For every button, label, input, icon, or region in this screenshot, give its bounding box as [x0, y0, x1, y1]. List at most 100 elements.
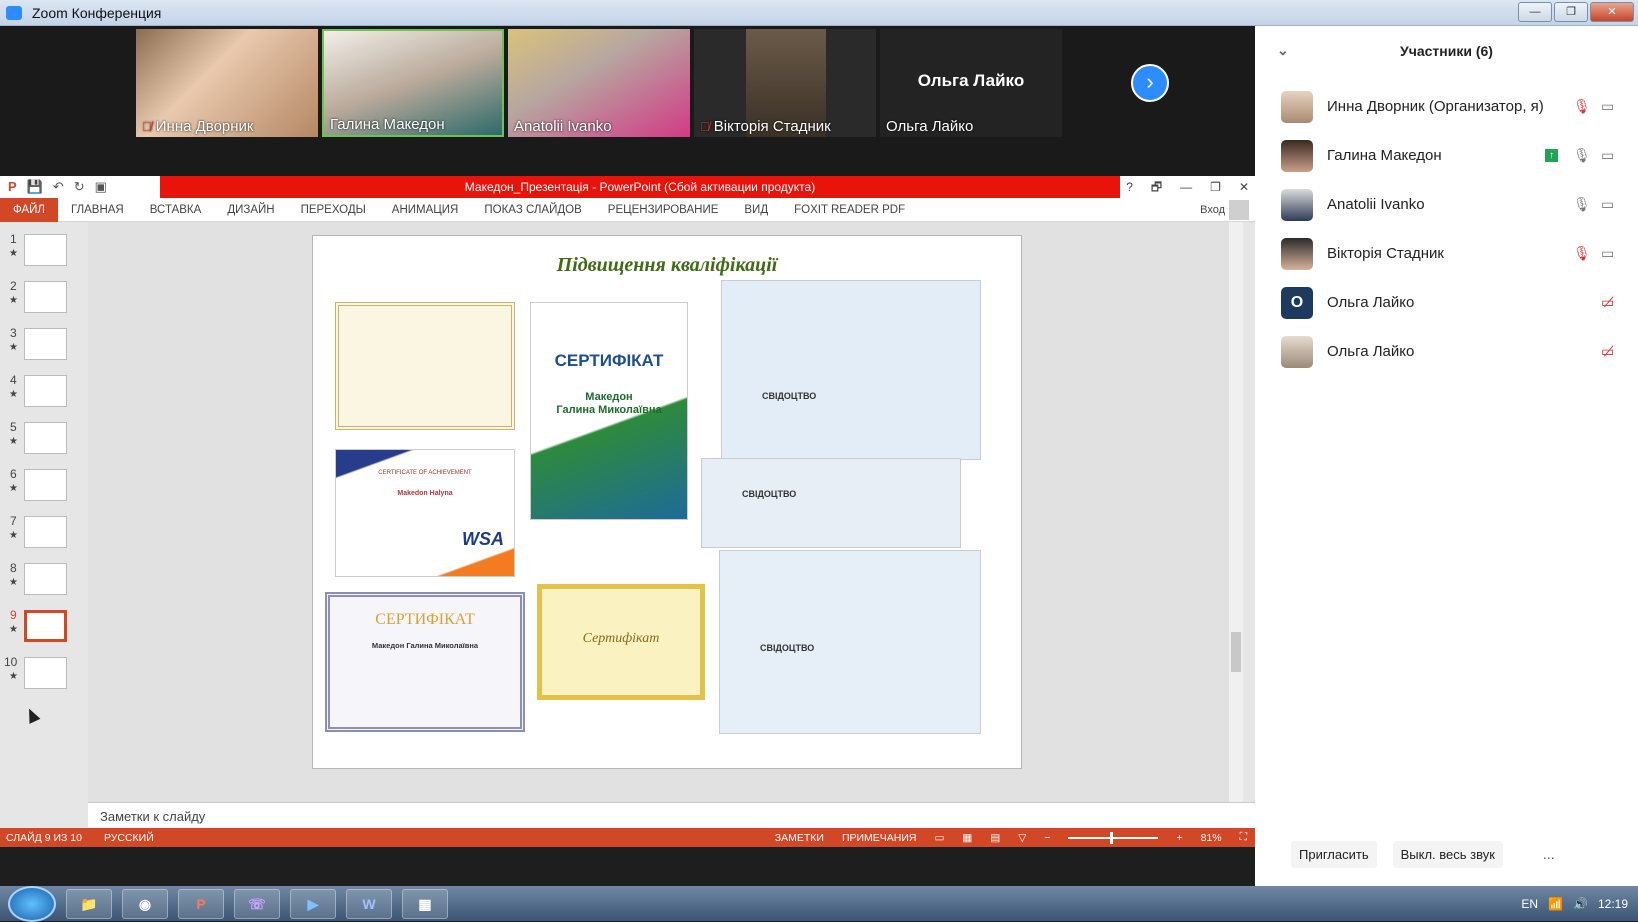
participant-row[interactable]: Инна Дворник (Организатор, я) 🎙 ▭	[1255, 82, 1638, 131]
slide-thumbnail[interactable]: 10 ★	[0, 655, 88, 699]
participants-header: Участники (6)	[1400, 43, 1493, 59]
tab-transitions[interactable]: ПЕРЕХОДЫ	[288, 198, 379, 222]
certificate-image: СЕРТИФІКАТ Македон Галина Миколаївна	[325, 592, 525, 732]
slide-thumbnail[interactable]: 7 ★	[0, 514, 88, 558]
slide-thumbnail[interactable]: 6 ★	[0, 467, 88, 511]
participant-name: Галина Македон	[1327, 147, 1442, 164]
minimize-button[interactable]: —	[1518, 2, 1552, 22]
video-tile[interactable]: 🎙̸ Инна Дворник	[136, 29, 318, 137]
help-button[interactable]: ?	[1126, 176, 1133, 198]
video-camera-icon[interactable]: ▭	[1601, 98, 1614, 115]
powerpoint-taskbar-button[interactable]: P	[178, 888, 224, 919]
participant-name: Anatolii Ivanko	[1327, 196, 1425, 213]
user-avatar-icon[interactable]	[1229, 199, 1249, 220]
video-camera-icon[interactable]: ▭	[1601, 196, 1614, 213]
muted-mic-icon[interactable]: 🎙	[1573, 245, 1591, 262]
video-off-icon[interactable]: ▭̸	[1601, 294, 1614, 311]
tab-foxit[interactable]: FOXIT READER PDF	[781, 198, 918, 222]
ribbon-options-button[interactable]: 🗗	[1151, 176, 1162, 198]
tab-design[interactable]: ДИЗАЙН	[214, 198, 287, 222]
video-gallery-strip: 🎙̸ Инна Дворник Галина Македон Anatolii I…	[0, 26, 1255, 176]
zoom-slider[interactable]	[1068, 831, 1159, 844]
video-camera-icon[interactable]: ▭	[1601, 245, 1614, 262]
tab-view[interactable]: ВИД	[731, 198, 781, 222]
slideshow-view-icon[interactable]: ▽	[1018, 832, 1026, 844]
undo-icon[interactable]: ↶	[53, 179, 64, 195]
app-taskbar-button[interactable]: ▦	[402, 888, 448, 919]
mute-all-button[interactable]: Выкл. весь звук	[1392, 840, 1503, 868]
save-icon[interactable]: 💾	[27, 179, 43, 195]
participant-row[interactable]: Anatolii Ivanko 🎙 ▭	[1255, 180, 1638, 229]
slide-thumbnail[interactable]: 2 ★	[0, 279, 88, 323]
next-page-button[interactable]: ›	[1131, 64, 1169, 102]
slide-thumbnail[interactable]: 1 ★	[0, 232, 88, 276]
tab-home[interactable]: ГЛАВНАЯ	[58, 198, 137, 222]
close-button[interactable]: ✕	[1590, 2, 1634, 22]
tab-file[interactable]: ФАЙЛ	[0, 197, 58, 222]
slide-thumbnails-pane: 1 ★ 2 ★ 3 ★ 4 ★ 5 ★ 6 ★ 7 ★ 8 ★ 9 ★ 10 ★	[0, 222, 88, 802]
slide-thumbnail[interactable]: 8 ★	[0, 561, 88, 605]
redo-icon[interactable]: ↻	[74, 179, 85, 195]
video-tile-active-speaker[interactable]: Галина Македон	[322, 29, 504, 137]
slide-thumbnail[interactable]: 5 ★	[0, 420, 88, 464]
word-taskbar-button[interactable]: W	[346, 888, 392, 919]
chrome-taskbar-button[interactable]: ◉	[122, 888, 168, 919]
muted-mic-icon: 🎙̸	[700, 119, 710, 134]
sorter-view-icon[interactable]: ▦	[962, 832, 972, 844]
tab-review[interactable]: РЕЦЕНЗИРОВАНИЕ	[595, 198, 732, 222]
zoom-in-button[interactable]: +	[1176, 832, 1182, 844]
invite-button[interactable]: Пригласить	[1291, 840, 1377, 868]
tab-slideshow[interactable]: ПОКАЗ СЛАЙДОВ	[471, 198, 594, 222]
achievement-certificate-image: CERTIFICATE OF ACHIEVEMENT Makedon Halyn…	[335, 449, 515, 577]
viber-taskbar-button[interactable]: ☏	[234, 888, 280, 919]
network-icon[interactable]: 📶	[1548, 897, 1563, 911]
language-indicator[interactable]: РУССКИЙ	[104, 832, 154, 844]
tab-insert[interactable]: ВСТАВКА	[137, 198, 215, 222]
zoom-out-button[interactable]: −	[1044, 832, 1050, 844]
video-tile-no-video[interactable]: Ольга Лайко Ольга Лайко	[880, 29, 1062, 137]
vertical-scrollbar[interactable]	[1229, 222, 1243, 802]
participant-row[interactable]: Ольга Лайко ▭̸	[1255, 327, 1638, 376]
chevron-down-icon[interactable]: ⌄	[1277, 42, 1289, 59]
video-tile[interactable]: Anatolii Ivanko	[508, 29, 690, 137]
share-screen-icon: ↑	[1545, 149, 1558, 162]
participant-row[interactable]: О Ольга Лайко ▭̸	[1255, 278, 1638, 327]
slide-editing-area: Підвищення кваліфікації СЕРТИФІКАТ Макед…	[88, 222, 1243, 802]
notes-button[interactable]: ЗАМЕТКИ	[775, 832, 824, 844]
clock[interactable]: 12:19	[1598, 897, 1628, 911]
video-tile[interactable]: 🎙̸ Вікторія Стадник	[694, 29, 876, 137]
maximize-button[interactable]: ❐	[1554, 2, 1588, 22]
more-options-button[interactable]: ...	[1543, 846, 1555, 862]
ppt-restore-button[interactable]: ❐	[1210, 176, 1221, 198]
start-button[interactable]	[8, 885, 56, 922]
volume-icon[interactable]: 🔊	[1573, 897, 1588, 911]
ppt-document-title: Македон_Презентація - PowerPoint (Сбой а…	[160, 176, 1120, 198]
svidotstvo-image: СВІДОЦТВО	[719, 550, 981, 734]
ppt-close-button[interactable]: ✕	[1239, 176, 1249, 198]
login-link[interactable]: Вход	[1200, 204, 1225, 216]
video-camera-icon[interactable]: ▭	[1601, 147, 1614, 164]
tile-name: Вікторія Стадник	[713, 118, 831, 135]
slide-thumbnail[interactable]: 4 ★	[0, 373, 88, 417]
video-off-icon[interactable]: ▭̸	[1601, 343, 1614, 360]
normal-view-icon[interactable]: ▭	[935, 832, 945, 844]
participant-row[interactable]: Вікторія Стадник 🎙 ▭	[1255, 229, 1638, 278]
explorer-taskbar-button[interactable]: 📁	[66, 888, 112, 919]
tab-animation[interactable]: АНИМАЦИЯ	[379, 198, 472, 222]
reading-view-icon[interactable]: ▤	[990, 832, 1000, 844]
mic-icon[interactable]: 🎙	[1573, 147, 1591, 164]
participant-row[interactable]: Галина Македон ↑ 🎙 ▭	[1255, 131, 1638, 180]
language-indicator[interactable]: EN	[1521, 897, 1538, 911]
muted-mic-icon[interactable]: 🎙	[1573, 98, 1591, 115]
mic-icon[interactable]: 🎙	[1573, 196, 1591, 213]
comments-button[interactable]: ПРИМЕЧАНИЯ	[842, 832, 917, 844]
powerpoint-window: P 💾 ↶ ↻ ▣ Македон_Презентація - PowerPoi…	[0, 176, 1255, 847]
slide-thumbnail[interactable]: 3 ★	[0, 326, 88, 370]
fit-slide-icon[interactable]: ⛶	[1240, 831, 1247, 844]
current-slide[interactable]: Підвищення кваліфікації СЕРТИФІКАТ Макед…	[312, 235, 1022, 769]
zoom-taskbar-button[interactable]: ▶	[290, 888, 336, 919]
present-icon[interactable]: ▣	[95, 179, 107, 195]
slide-thumbnail-selected[interactable]: 9 ★	[0, 608, 88, 652]
ppt-minimize-button[interactable]: —	[1180, 176, 1192, 198]
zoom-level[interactable]: 81%	[1201, 832, 1222, 844]
